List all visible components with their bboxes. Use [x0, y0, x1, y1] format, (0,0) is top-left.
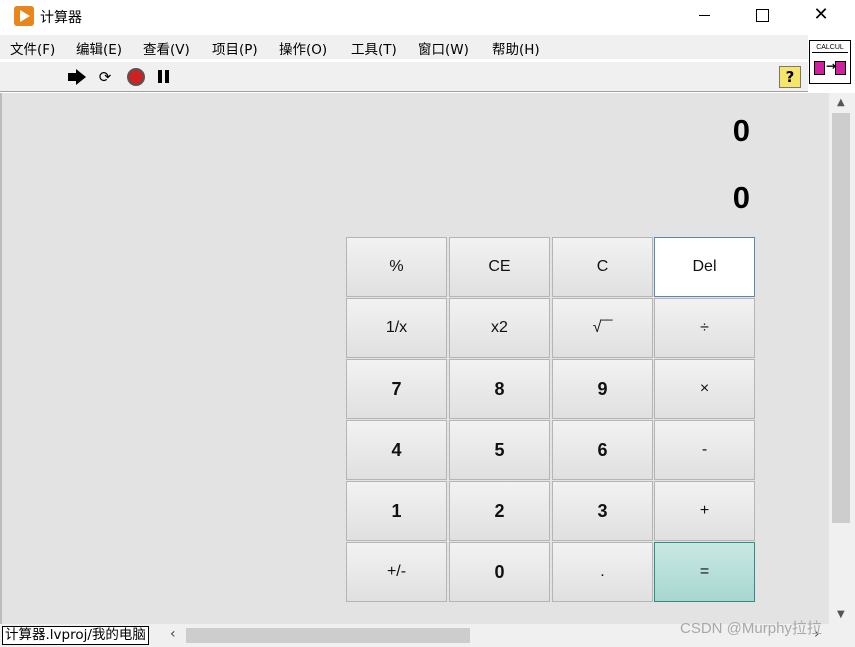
- horizontal-scroll-thumb[interactable]: [186, 628, 470, 643]
- abort-execution-icon[interactable]: [127, 68, 145, 86]
- project-path: 计算器.lvproj/我的电脑: [2, 626, 149, 645]
- menu-window[interactable]: 窗口(W): [418, 38, 469, 58]
- run-icon[interactable]: [68, 68, 86, 86]
- scroll-down-arrow-icon[interactable]: ▼: [837, 609, 845, 620]
- minimize-button[interactable]: [676, 0, 734, 32]
- digit-6-button[interactable]: 6: [552, 420, 653, 480]
- digit-4-button[interactable]: 4: [346, 420, 447, 480]
- maximize-button[interactable]: [734, 0, 792, 32]
- multiply-button[interactable]: ×: [654, 359, 755, 419]
- menu-tools[interactable]: 工具(T): [351, 38, 397, 58]
- digit-7-button[interactable]: 7: [346, 359, 447, 419]
- window-title: 计算器: [40, 10, 82, 26]
- vi-icon-label: CALCUL: [812, 43, 848, 53]
- digit-9-button[interactable]: 9: [552, 359, 653, 419]
- front-panel: 0 0 % CE C Del 1/x x2 √‾‾ ÷ 7 8 9 × 4 5 …: [0, 93, 829, 624]
- menu-operate[interactable]: 操作(O): [279, 38, 327, 58]
- toolbar: ⟳ ?: [0, 62, 808, 92]
- add-button[interactable]: +: [654, 481, 755, 541]
- square-button[interactable]: x2: [449, 298, 550, 358]
- labview-app-icon: [14, 6, 34, 26]
- expression-display: 0: [732, 113, 750, 148]
- watermark: CSDN @Murphy拉拉: [680, 620, 822, 637]
- subtract-button[interactable]: -: [654, 420, 755, 480]
- sqrt-button[interactable]: √‾‾: [552, 298, 653, 358]
- clear-button[interactable]: C: [552, 237, 653, 297]
- reciprocal-button[interactable]: 1/x: [346, 298, 447, 358]
- menu-bar: 文件(F) 编辑(E) 查看(V) 项目(P) 操作(O) 工具(T) 窗口(W…: [0, 35, 808, 59]
- clear-entry-button[interactable]: CE: [449, 237, 550, 297]
- digit-1-button[interactable]: 1: [346, 481, 447, 541]
- vertical-scroll-thumb[interactable]: [832, 113, 850, 523]
- result-display: 0: [732, 180, 750, 215]
- percent-button[interactable]: %: [346, 237, 447, 297]
- decimal-point-button[interactable]: .: [552, 542, 653, 602]
- equals-button[interactable]: =: [654, 542, 755, 602]
- digit-8-button[interactable]: 8: [449, 359, 550, 419]
- menu-file[interactable]: 文件(F): [10, 38, 55, 58]
- digit-0-button[interactable]: 0: [449, 542, 550, 602]
- pause-icon[interactable]: [156, 68, 174, 86]
- digit-5-button[interactable]: 5: [449, 420, 550, 480]
- menu-view[interactable]: 查看(V): [143, 38, 190, 58]
- menu-help[interactable]: 帮助(H): [492, 38, 540, 58]
- digit-3-button[interactable]: 3: [552, 481, 653, 541]
- digit-2-button[interactable]: 2: [449, 481, 550, 541]
- context-help-icon[interactable]: ?: [779, 66, 801, 88]
- vi-icon[interactable]: CALCUL →: [809, 40, 851, 84]
- menu-edit[interactable]: 编辑(E): [76, 38, 122, 58]
- connector-graphic-icon: →: [814, 59, 846, 75]
- vertical-scrollbar[interactable]: ▲ ▼: [829, 93, 855, 624]
- run-continuously-icon[interactable]: ⟳: [96, 68, 114, 86]
- menu-project[interactable]: 项目(P): [212, 38, 258, 58]
- scroll-left-arrow-icon[interactable]: ‹: [170, 626, 176, 642]
- vi-arrow: →: [826, 59, 837, 73]
- close-button[interactable]: ✕: [792, 0, 850, 32]
- divide-button[interactable]: ÷: [654, 298, 755, 358]
- scroll-up-arrow-icon[interactable]: ▲: [837, 97, 845, 108]
- title-bar: 计算器 ✕: [0, 0, 855, 32]
- negate-button[interactable]: +/-: [346, 542, 447, 602]
- delete-button[interactable]: Del: [654, 237, 755, 297]
